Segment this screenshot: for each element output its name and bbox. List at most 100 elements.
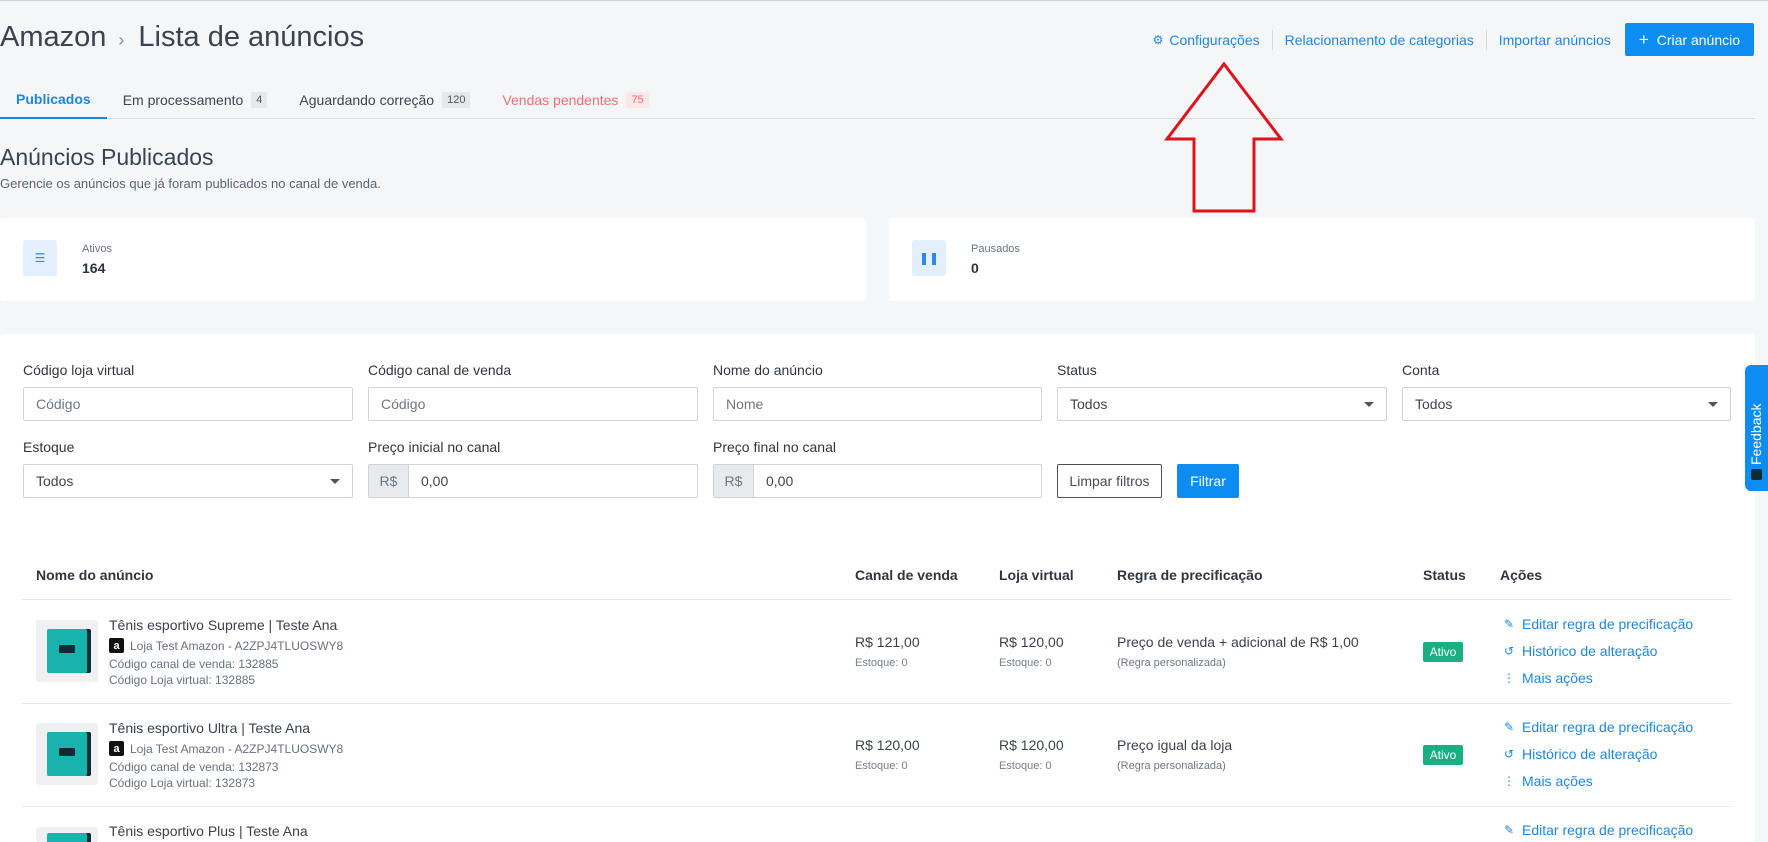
col-header-channel: Canal de venda <box>855 567 958 583</box>
product-thumbnail <box>36 620 98 682</box>
ad-name-input[interactable]: Nome <box>713 387 1042 421</box>
action-label: Mais ações <box>1522 773 1593 789</box>
feedback-label: Feedback <box>1748 403 1764 465</box>
table-divider <box>22 703 1732 704</box>
channel-price: R$ 121,00 <box>855 634 920 650</box>
channel-price: R$ 120,00 <box>855 737 920 753</box>
pricing-rule-note: (Regra personalizada) <box>1117 657 1226 669</box>
feedback-tab[interactable]: Feedback <box>1745 365 1768 491</box>
pricing-rule: Preço igual da loja <box>1117 737 1233 753</box>
action-label: Editar regra de precificação <box>1522 822 1694 838</box>
account-select[interactable]: Todos <box>1402 387 1731 421</box>
breadcrumb-separator: › <box>118 30 125 50</box>
import-ads-link[interactable]: Importar anúncios <box>1485 29 1623 50</box>
feedback-icon <box>1751 469 1762 480</box>
action-label: Editar regra de precificação <box>1522 719 1694 735</box>
change-history-link[interactable]: ↺ Histórico de alteração <box>1503 643 1657 659</box>
paused-count: 0 <box>971 260 979 276</box>
tab-published[interactable]: Publicados <box>0 81 107 119</box>
col-header-status: Status <box>1423 567 1466 583</box>
chevron-down-icon <box>1364 402 1374 407</box>
price-end-label: Preço final no canal <box>713 439 836 455</box>
edit-pricing-rule-link[interactable]: ✎ Editar regra de precificação <box>1503 822 1693 838</box>
currency-prefix: R$ <box>369 465 409 497</box>
price-start-value: 0,00 <box>421 473 449 489</box>
edit-pricing-rule-link[interactable]: ✎ Editar regra de precificação <box>1503 616 1693 632</box>
table-divider <box>22 806 1732 807</box>
status-badge: Ativo <box>1423 642 1463 662</box>
status-tabs: Publicados Em processamento 4 Aguardando… <box>0 81 1755 119</box>
store-code-placeholder: Código <box>36 396 81 412</box>
tab-label: Publicados <box>16 91 91 107</box>
channel-code-text: Código canal de venda: 132873 <box>109 760 279 774</box>
clear-filters-button[interactable]: Limpar filtros <box>1057 464 1162 498</box>
product-name[interactable]: Tênis esportivo Ultra | Teste Ana <box>109 720 310 736</box>
channel-code-input[interactable]: Código <box>368 387 698 421</box>
tab-processing[interactable]: Em processamento 4 <box>107 81 284 119</box>
edit-icon: ✎ <box>1503 617 1515 631</box>
product-name[interactable]: Tênis esportivo Supreme | Teste Ana <box>109 617 337 633</box>
action-label: Mais ações <box>1522 670 1593 686</box>
page-title: Lista de anúncios <box>138 21 365 53</box>
edit-icon: ✎ <box>1503 823 1515 837</box>
channel-code-text: Código canal de venda: 132885 <box>109 657 279 671</box>
tab-label: Vendas pendentes <box>502 92 619 108</box>
channel-code-placeholder: Código <box>381 396 426 412</box>
col-header-rule: Regra de precificação <box>1117 567 1263 583</box>
ad-name-label: Nome do anúncio <box>713 362 823 378</box>
create-ad-button[interactable]: + Criar anúncio <box>1624 23 1754 56</box>
store-line: a Loja Test Amazon - A2ZPJ4TLUOSWY8 <box>109 741 343 756</box>
pause-icon: ❚❚ <box>912 240 946 276</box>
status-value: Todos <box>1070 396 1108 412</box>
filter-button[interactable]: Filtrar <box>1177 464 1239 498</box>
active-label: Ativos <box>82 243 112 255</box>
more-actions-link[interactable]: ⋮ Mais ações <box>1503 773 1593 789</box>
edit-pricing-rule-link[interactable]: ✎ Editar regra de precificação <box>1503 719 1693 735</box>
store-line: a Loja Test Amazon - A2ZPJ4TLUOSWY8 <box>109 638 343 653</box>
stock-label: Estoque <box>23 439 75 455</box>
store-code-input[interactable]: Código <box>23 387 353 421</box>
tab-count-badge: 75 <box>626 92 649 108</box>
price-end-value: 0,00 <box>766 473 794 489</box>
tab-count-badge: 4 <box>251 92 268 108</box>
page-header: Amazon › Lista de anúncios ⚙ Configuraçõ… <box>0 1 1768 81</box>
col-header-store: Loja virtual <box>999 567 1074 583</box>
pricing-rule: Preço de venda + adicional de R$ 1,00 <box>1117 634 1359 650</box>
tab-pending-sales[interactable]: Vendas pendentes 75 <box>486 81 664 119</box>
store-code-label: Código loja virtual <box>23 362 135 378</box>
tab-label: Em processamento <box>122 92 244 108</box>
category-mapping-link[interactable]: Relacionamento de categorias <box>1271 29 1486 50</box>
stock-value: Todos <box>36 473 74 489</box>
channel-stock: Estoque: 0 <box>855 657 908 669</box>
status-select[interactable]: Todos <box>1057 387 1387 421</box>
header-actions: ⚙ Configurações Relacionamento de catego… <box>1141 23 1754 56</box>
amazon-logo-icon: a <box>109 741 124 756</box>
change-history-link[interactable]: ↺ Histórico de alteração <box>1503 746 1657 762</box>
paused-summary-card: ❚❚ Pausados 0 <box>889 218 1755 301</box>
status-label: Status <box>1057 362 1097 378</box>
create-ad-label: Criar anúncio <box>1656 31 1740 48</box>
tab-label: Aguardando correção <box>299 92 435 108</box>
chevron-down-icon <box>330 479 340 484</box>
col-header-name: Nome do anúncio <box>36 567 154 583</box>
product-name[interactable]: Tênis esportivo Plus | Teste Ana <box>109 823 308 839</box>
product-thumbnail <box>36 723 98 785</box>
price-end-input[interactable]: R$ 0,00 <box>713 464 1042 498</box>
store-code-text: Código Loja virtual: 132885 <box>109 673 256 687</box>
price-start-input[interactable]: R$ 0,00 <box>368 464 698 498</box>
gear-icon: ⚙ <box>1152 32 1164 47</box>
more-actions-link[interactable]: ⋮ Mais ações <box>1503 670 1593 686</box>
stock-select[interactable]: Todos <box>23 464 353 498</box>
edit-icon: ✎ <box>1503 720 1515 734</box>
more-vertical-icon: ⋮ <box>1503 671 1515 685</box>
currency-prefix: R$ <box>714 465 754 497</box>
action-label: Editar regra de precificação <box>1522 616 1694 632</box>
settings-link[interactable]: ⚙ Configurações <box>1141 30 1272 50</box>
store-code-text: Código Loja virtual: 132873 <box>109 776 256 790</box>
store-stock: Estoque: 0 <box>999 760 1052 772</box>
tab-awaiting-fix[interactable]: Aguardando correção 120 <box>283 81 486 119</box>
action-label: Histórico de alteração <box>1522 643 1658 659</box>
store-price: R$ 120,00 <box>999 634 1064 650</box>
breadcrumb-root[interactable]: Amazon <box>0 21 106 54</box>
history-icon: ↺ <box>1503 747 1515 761</box>
